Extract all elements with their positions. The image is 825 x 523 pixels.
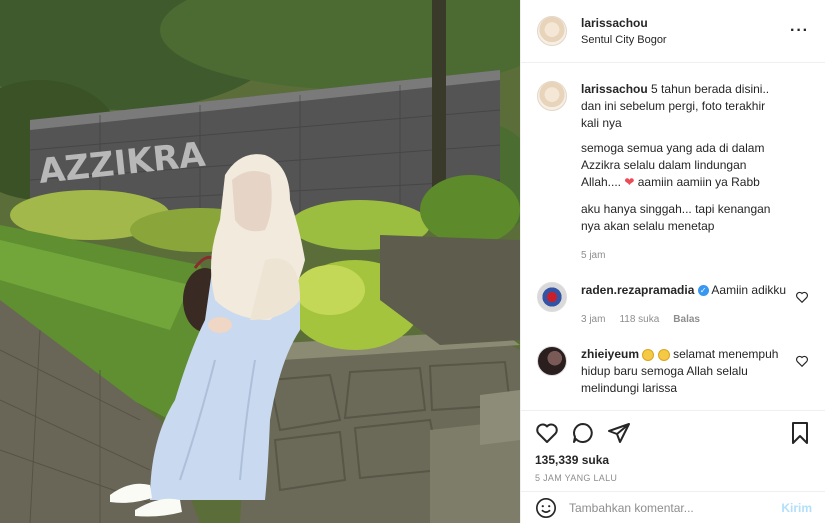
post-comment-button[interactable]: Kirim (781, 501, 812, 515)
comment-likes[interactable]: 118 suka (619, 311, 659, 328)
comment-body: raden.rezapramadia ✓ Aamiin adikku 3 jam… (581, 282, 787, 328)
commenter-username[interactable]: zhieiyeum (581, 347, 639, 361)
commenter-avatar[interactable] (537, 282, 567, 312)
more-options-icon[interactable]: ··· (790, 22, 809, 40)
comment-item: raden.rezapramadia ✓ Aamiin adikku 3 jam… (537, 282, 809, 328)
author-username[interactable]: larissachou (581, 16, 790, 30)
share-send-icon[interactable] (607, 421, 631, 445)
instagram-post: AZZIKRA larissachou Sentul City Bogor ··… (0, 0, 825, 523)
caption-line-6: Allah.... (581, 175, 625, 189)
reply-button[interactable]: Balas (673, 311, 700, 328)
author-info: larissachou Sentul City Bogor (581, 16, 790, 46)
caption-meta: 5 jam (581, 247, 809, 264)
caption-line-7: aamiin aamiin ya Rabb (634, 175, 760, 189)
comment-text: Aamiin adikku (711, 283, 787, 297)
comment-time[interactable]: 3 jam (581, 311, 605, 328)
commenter-avatar[interactable] (537, 346, 567, 376)
caption-body: larissachou 5 tahun berada disini.. dan … (581, 81, 809, 264)
comment-input[interactable] (569, 500, 782, 515)
caption-line-9: nya akan selalu menetap (581, 219, 715, 233)
caption-line-5: Azzikra selalu dalam lindungan (581, 158, 747, 172)
author-avatar[interactable] (537, 16, 567, 46)
caption-line-3: kali nya (581, 116, 622, 130)
post-header: larissachou Sentul City Bogor ··· (521, 0, 825, 63)
save-bookmark-icon[interactable] (788, 421, 812, 445)
commenter-username[interactable]: raden.rezapramadia (581, 283, 694, 297)
photo-illustration: AZZIKRA (0, 0, 520, 523)
caption: larissachou 5 tahun berada disini.. dan … (537, 81, 809, 264)
post-time[interactable]: 5 JAM YANG LALU (535, 473, 812, 483)
comment-body: zhieiyeum selamat menempuh hidup baru se… (581, 346, 787, 397)
post-actions: 135,339 suka 5 JAM YANG LALU (521, 410, 825, 483)
likes-count[interactable]: 135,339 suka (535, 453, 812, 467)
action-buttons (535, 417, 812, 449)
caption-line-2: dan ini sebelum pergi, foto terakhir (581, 99, 766, 113)
caption-username[interactable]: larissachou (581, 82, 648, 96)
sad-face-emoji-icon (642, 348, 655, 361)
post-location[interactable]: Sentul City Bogor (581, 34, 790, 46)
comment-item: zhieiyeum selamat menempuh hidup baru se… (537, 346, 809, 397)
post-photo[interactable]: AZZIKRA (0, 0, 520, 523)
sad-face-emoji-icon (657, 348, 670, 361)
add-comment-bar: Kirim (521, 491, 825, 523)
caption-avatar[interactable] (537, 81, 567, 111)
comments-list[interactable]: larissachou 5 tahun berada disini.. dan … (521, 63, 825, 408)
like-heart-icon[interactable] (535, 421, 559, 445)
comment-bubble-icon[interactable] (571, 421, 595, 445)
comment-meta: 3 jam 118 suka Balas (581, 311, 787, 328)
caption-time[interactable]: 5 jam (581, 247, 605, 264)
red-heart-emoji-icon: ❤ (624, 175, 635, 189)
caption-line-1: 5 tahun berada disini.. (651, 82, 770, 96)
emoji-smiley-icon[interactable] (535, 497, 557, 519)
like-comment-heart-icon[interactable] (795, 290, 809, 304)
caption-line-8: aku hanya singgah... tapi kenangan (581, 202, 771, 216)
post-sidebar: larissachou Sentul City Bogor ··· lariss… (520, 0, 825, 523)
like-comment-heart-icon[interactable] (795, 354, 809, 368)
caption-line-4: semoga semua yang ada di dalam (581, 141, 765, 155)
verified-badge-icon: ✓ (697, 285, 709, 297)
